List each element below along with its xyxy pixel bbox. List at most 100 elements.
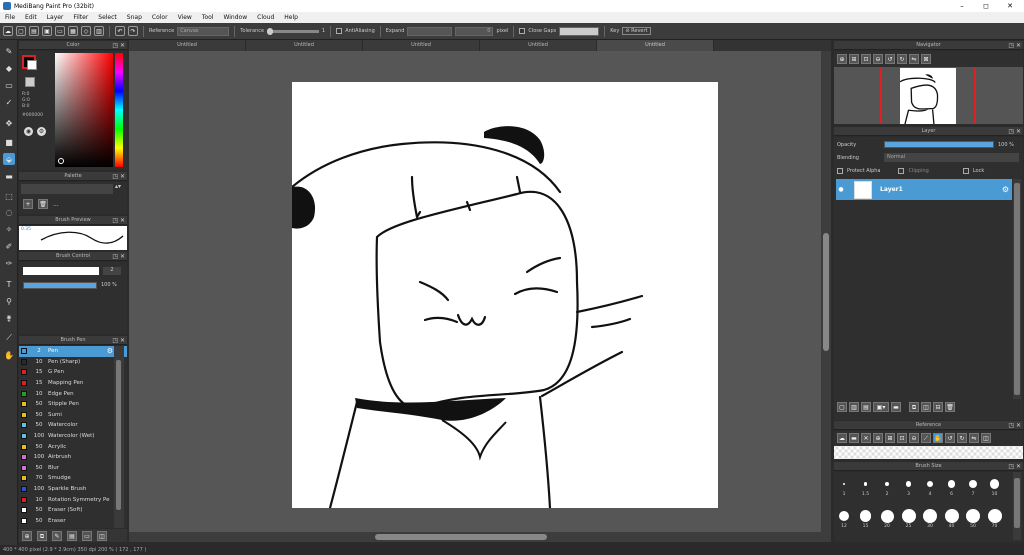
eyedropper-tool-icon[interactable]: ⚵ — [3, 312, 15, 324]
brush-opacity-slider[interactable] — [23, 282, 97, 289]
tab-untitled-active[interactable]: Untitled — [597, 40, 714, 51]
reference-actual-icon[interactable]: ⊡ — [897, 433, 907, 443]
operation-tool-icon[interactable]: ⚲ — [3, 295, 15, 307]
rotate-left-icon[interactable]: ↺ — [885, 54, 895, 64]
brush-list-item[interactable]: 10 Pen (Sharp) — [19, 357, 127, 368]
palette-more-icon[interactable]: ... — [53, 201, 59, 208]
reference-hand-icon[interactable]: ✋ — [933, 433, 943, 443]
brush-list-item[interactable]: 50 Watercolor — [19, 420, 127, 431]
brush-list-item[interactable]: 2 Pen ⚙ — [19, 346, 127, 357]
text-tool-icon[interactable]: T — [3, 278, 15, 290]
color-wheel-icon[interactable]: ◉ — [24, 127, 33, 136]
folder-icon[interactable]: ▬ — [891, 402, 901, 412]
menu-tool[interactable]: Tool — [197, 14, 219, 21]
zoom-out-icon[interactable]: ⊖ — [873, 54, 883, 64]
revert-button[interactable]: ⊘ Revert — [622, 27, 651, 35]
menu-help[interactable]: Help — [279, 14, 303, 21]
brush-size-preset[interactable] — [947, 480, 956, 488]
brush-list-item[interactable]: 100 Sparkle Brush — [19, 484, 127, 495]
snap-icon[interactable]: ◇ — [81, 26, 91, 36]
hue-slider[interactable] — [115, 53, 123, 167]
tolerance-slider-thumb[interactable] — [267, 27, 274, 35]
clipping-checkbox[interactable] — [898, 168, 905, 174]
select-tool-icon[interactable]: ⬚ — [3, 190, 15, 202]
select-pen-tool-icon[interactable]: ✐ — [3, 240, 15, 252]
menu-select[interactable]: Select — [93, 14, 122, 21]
brush-list-item[interactable]: 50 Stipple Pen — [19, 399, 127, 410]
layers-icon[interactable]: ▥ — [94, 26, 104, 36]
panel-controls-icon[interactable]: ◳ ✕ — [1008, 421, 1021, 430]
menu-cloud[interactable]: Cloud — [252, 14, 279, 21]
delete-layer-icon[interactable]: 🗑 — [945, 402, 955, 412]
canvas-horizontal-scrollbar[interactable] — [129, 532, 821, 542]
brush-size-preset[interactable] — [863, 482, 868, 486]
brush-size-preset[interactable] — [884, 481, 890, 487]
brush-list-item[interactable]: 10 Rotation Symmetry Pe — [19, 494, 127, 505]
grid-icon[interactable]: ▦ — [68, 26, 78, 36]
layer-scroll-thumb[interactable] — [1014, 183, 1020, 395]
flip-icon[interactable]: ⇋ — [909, 54, 919, 64]
reference-rotate-right-icon[interactable]: ↻ — [957, 433, 967, 443]
copy-layer-icon[interactable]: ⧉ — [909, 402, 919, 412]
menu-snap[interactable]: Snap — [122, 14, 147, 21]
expand-value-input[interactable]: 0 — [455, 26, 494, 36]
tolerance-slider[interactable] — [267, 27, 320, 35]
new-file-icon[interactable]: ▢ — [16, 26, 26, 36]
bucket-tool-icon[interactable]: ⬙ — [3, 153, 15, 165]
panel-controls-icon[interactable]: ◳ ✕ — [112, 41, 125, 50]
tab-untitled[interactable]: Untitled — [246, 40, 363, 51]
comment-icon[interactable]: ▭ — [55, 26, 65, 36]
brush-size-preset[interactable] — [966, 509, 980, 523]
brush-list-item[interactable]: 100 Watercolor (Wet) — [19, 431, 127, 442]
canvas-area[interactable] — [129, 51, 831, 542]
brush-size-value[interactable]: 2 — [103, 267, 121, 275]
brush-list-item[interactable]: 70 Smudge — [19, 473, 127, 484]
open-file-icon[interactable]: ▤ — [29, 26, 39, 36]
brush-list-item[interactable]: 50 Acrylic — [19, 441, 127, 452]
minimize-button[interactable]: – — [950, 0, 974, 12]
layer-property-icon[interactable]: ⊟ — [933, 402, 943, 412]
reference-cloud-icon[interactable]: ☁ — [837, 433, 847, 443]
menu-file[interactable]: File — [0, 14, 20, 21]
panel-controls-icon[interactable]: ◳ ✕ — [1008, 462, 1021, 471]
eraser-tool-icon[interactable]: ◆ — [3, 62, 15, 74]
copy-brush-icon[interactable]: ⧉ — [37, 530, 47, 541]
brush-list-item[interactable]: 50 Sumi — [19, 410, 127, 421]
select-eraser-tool-icon[interactable]: ✑ — [3, 257, 15, 269]
layer-row[interactable]: ● Layer1 ⚙ — [836, 179, 1012, 200]
move-tool-icon[interactable]: ✥ — [3, 117, 15, 129]
magic-wand-tool-icon[interactable]: ✧ — [3, 223, 15, 235]
saturation-value-picker[interactable] — [55, 53, 113, 167]
folder-brush-icon[interactable]: ▭ — [82, 530, 92, 541]
reference-fit-icon[interactable]: ⊞ — [885, 433, 895, 443]
menu-edit[interactable]: Edit — [20, 14, 42, 21]
check-tool-icon[interactable]: ✓ — [3, 96, 15, 108]
tab-untitled[interactable]: Untitled — [363, 40, 480, 51]
new-halftone-layer-icon[interactable]: ▥ — [849, 402, 859, 412]
reference-rotate-left-icon[interactable]: ↺ — [945, 433, 955, 443]
brush-size-preset[interactable] — [901, 509, 916, 523]
save-icon[interactable]: ▣ — [42, 26, 52, 36]
protect-alpha-checkbox[interactable] — [837, 168, 843, 174]
palette-select[interactable] — [21, 184, 113, 194]
maximize-button[interactable]: ◻ — [974, 0, 998, 12]
brush-size-preset[interactable] — [859, 510, 872, 522]
close-button[interactable]: ✕ — [998, 0, 1022, 12]
delete-palette-icon[interactable]: 🗑 — [38, 199, 48, 209]
reference-layer-icon[interactable]: ◫ — [981, 433, 991, 443]
layer-list-scrollbar[interactable] — [1013, 179, 1021, 399]
layer-settings-icon[interactable]: ⚙ — [1002, 185, 1012, 194]
brush-size-preset[interactable] — [905, 481, 912, 487]
expand-mode-select[interactable] — [407, 26, 453, 36]
brush-size-preset[interactable] — [987, 509, 1002, 523]
undo-icon[interactable]: ↶ — [115, 26, 125, 36]
layer-visibility-icon[interactable]: ● — [836, 186, 846, 193]
reference-close-icon[interactable]: ✕ — [861, 433, 871, 443]
lasso-tool-icon[interactable]: ◌ — [3, 206, 15, 218]
import-brush-icon[interactable]: ▤ — [67, 530, 77, 541]
menu-window[interactable]: Window — [218, 14, 252, 21]
brush-size-preset[interactable] — [923, 509, 937, 523]
edit-brush-icon[interactable]: ✎ — [52, 530, 62, 541]
reference-open-icon[interactable]: ▬ — [849, 433, 859, 443]
new-layer-icon[interactable]: ▢ — [837, 402, 847, 412]
